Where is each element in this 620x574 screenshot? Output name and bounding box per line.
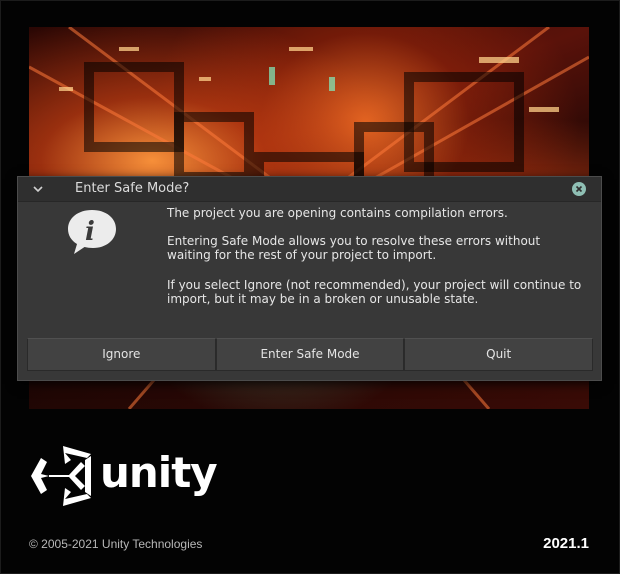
dialog-titlebar[interactable]: Enter Safe Mode?: [18, 177, 601, 202]
copyright-text: © 2005-2021 Unity Technologies: [29, 537, 203, 551]
message-safe-mode-info: Entering Safe Mode allows you to resolve…: [167, 234, 541, 262]
unity-wordmark: unity: [100, 448, 218, 497]
ignore-button[interactable]: Ignore: [27, 338, 216, 371]
close-button[interactable]: [572, 182, 586, 196]
message-compilation-errors: The project you are opening contains com…: [167, 206, 508, 220]
svg-text:i: i: [85, 217, 95, 247]
dialog-title: Enter Safe Mode?: [75, 181, 190, 196]
message-ignore-warning: If you select Ignore (not recommended), …: [167, 278, 582, 306]
info-icon: i: [68, 210, 116, 254]
quit-button[interactable]: Quit: [404, 338, 594, 371]
enter-safe-mode-button[interactable]: Enter Safe Mode: [215, 338, 405, 371]
version-label: 2021.1: [543, 535, 589, 552]
chevron-down-icon[interactable]: [32, 183, 44, 195]
safe-mode-dialog: Enter Safe Mode? i The project you are o…: [17, 176, 602, 381]
close-icon: [575, 185, 583, 193]
dialog-button-row: Ignore Enter Safe Mode Quit: [27, 338, 594, 371]
